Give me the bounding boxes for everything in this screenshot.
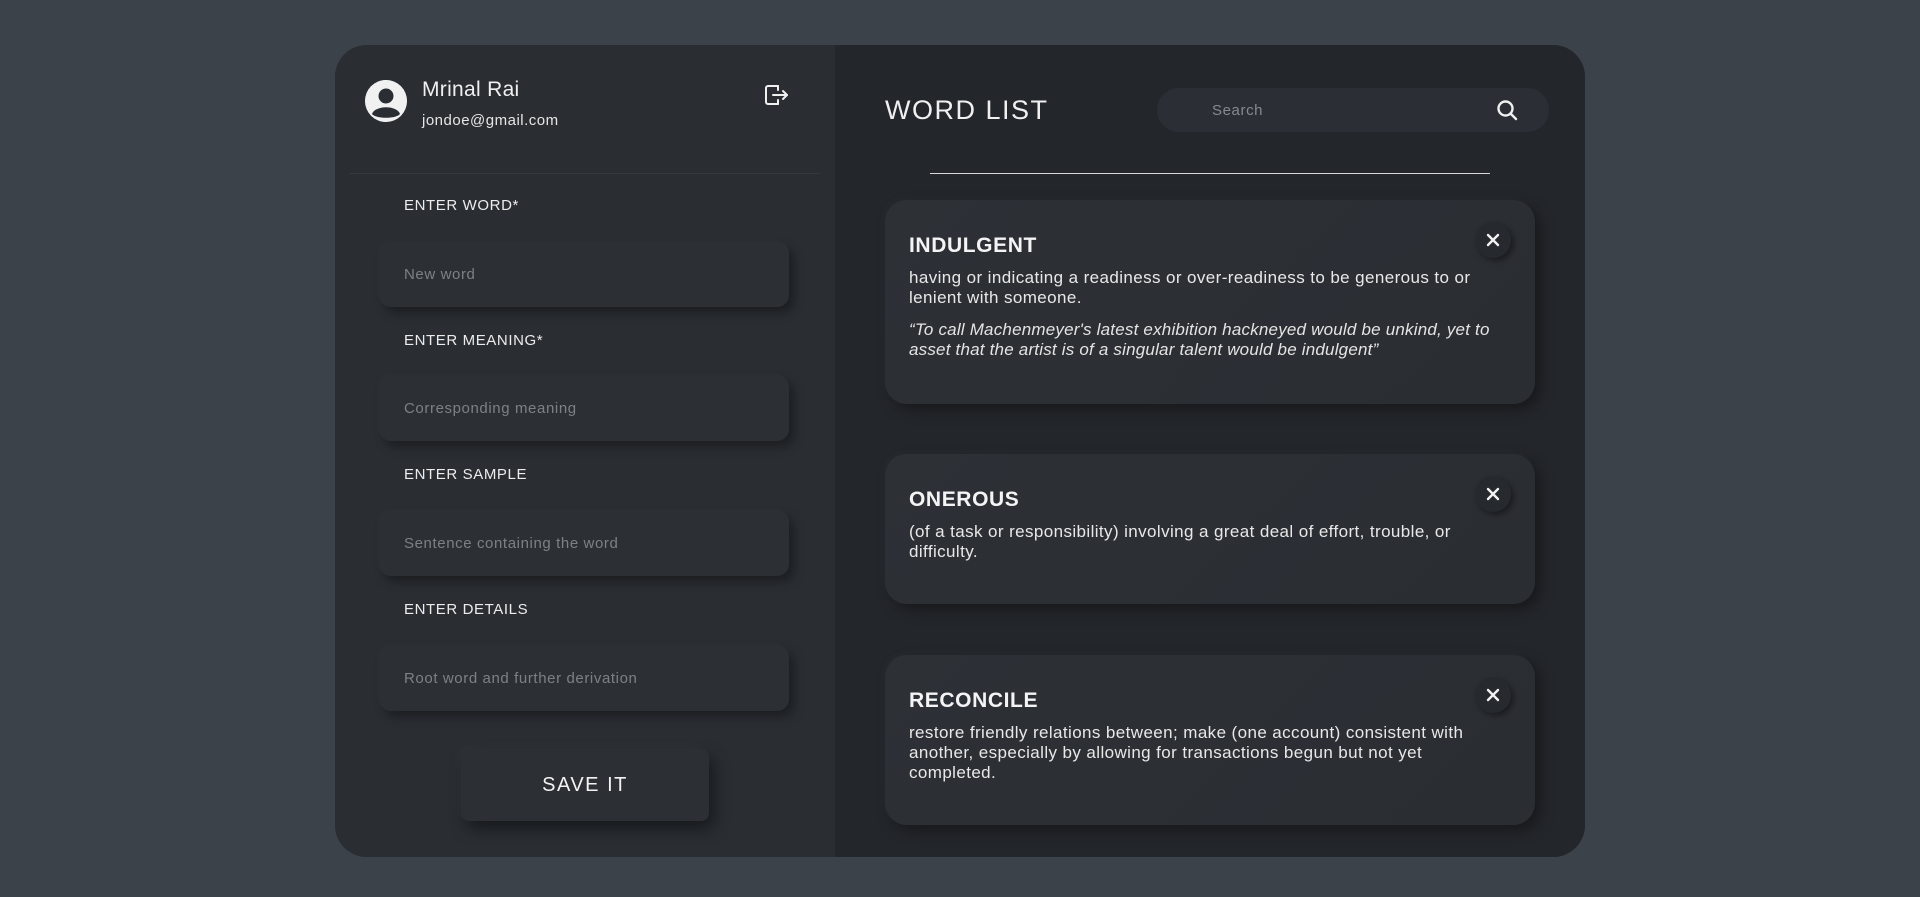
user-email: jondoe@gmail.com	[422, 112, 559, 129]
meaning-label: ENTER MEANING*	[404, 332, 544, 349]
logout-icon[interactable]	[761, 80, 791, 110]
details-input[interactable]	[379, 645, 789, 711]
card-word: RECONCILE	[909, 689, 1039, 712]
delete-card-button[interactable]	[1475, 677, 1511, 713]
sample-label: ENTER SAMPLE	[404, 466, 528, 483]
card-word: INDULGENT	[909, 234, 1037, 257]
close-icon	[1486, 487, 1500, 501]
user-profile: Mrinal Rai jondoe@gmail.com	[365, 78, 805, 150]
word-card: ONEROUS (of a task or responsibility) in…	[885, 454, 1535, 604]
search-icon[interactable]	[1495, 98, 1519, 122]
entry-panel: Mrinal Rai jondoe@gmail.com ENTER WORD* …	[335, 45, 835, 857]
user-avatar-icon	[365, 80, 407, 122]
page-title: WORD LIST	[885, 95, 1049, 125]
card-meaning: (of a task or responsibility) involving …	[909, 522, 1451, 561]
sample-input[interactable]	[379, 510, 789, 576]
details-label: ENTER DETAILS	[404, 601, 529, 618]
card-sample: “To call Machenmeyer's latest exhibition…	[909, 320, 1490, 359]
close-icon	[1486, 233, 1500, 247]
profile-divider	[350, 173, 820, 174]
word-label: ENTER WORD*	[404, 197, 519, 214]
save-button[interactable]: SAVE IT	[461, 749, 709, 821]
word-input[interactable]	[379, 241, 789, 307]
user-name: Mrinal Rai	[422, 78, 520, 101]
card-word: ONEROUS	[909, 488, 1020, 511]
search-input[interactable]	[1187, 88, 1487, 132]
delete-card-button[interactable]	[1475, 222, 1511, 258]
meaning-input[interactable]	[379, 375, 789, 441]
delete-card-button[interactable]	[1475, 476, 1511, 512]
word-card: INDULGENT having or indicating a readine…	[885, 200, 1535, 404]
word-list-app: Mrinal Rai jondoe@gmail.com ENTER WORD* …	[335, 45, 1585, 857]
card-meaning: having or indicating a readiness or over…	[909, 268, 1471, 307]
search-box	[1157, 88, 1549, 132]
card-meaning: restore friendly relations between; make…	[909, 723, 1464, 782]
list-divider	[930, 173, 1490, 174]
close-icon	[1486, 688, 1500, 702]
word-card: RECONCILE restore friendly relations bet…	[885, 655, 1535, 825]
word-list-panel: WORD LIST INDULGENT having or indicating…	[835, 45, 1585, 857]
